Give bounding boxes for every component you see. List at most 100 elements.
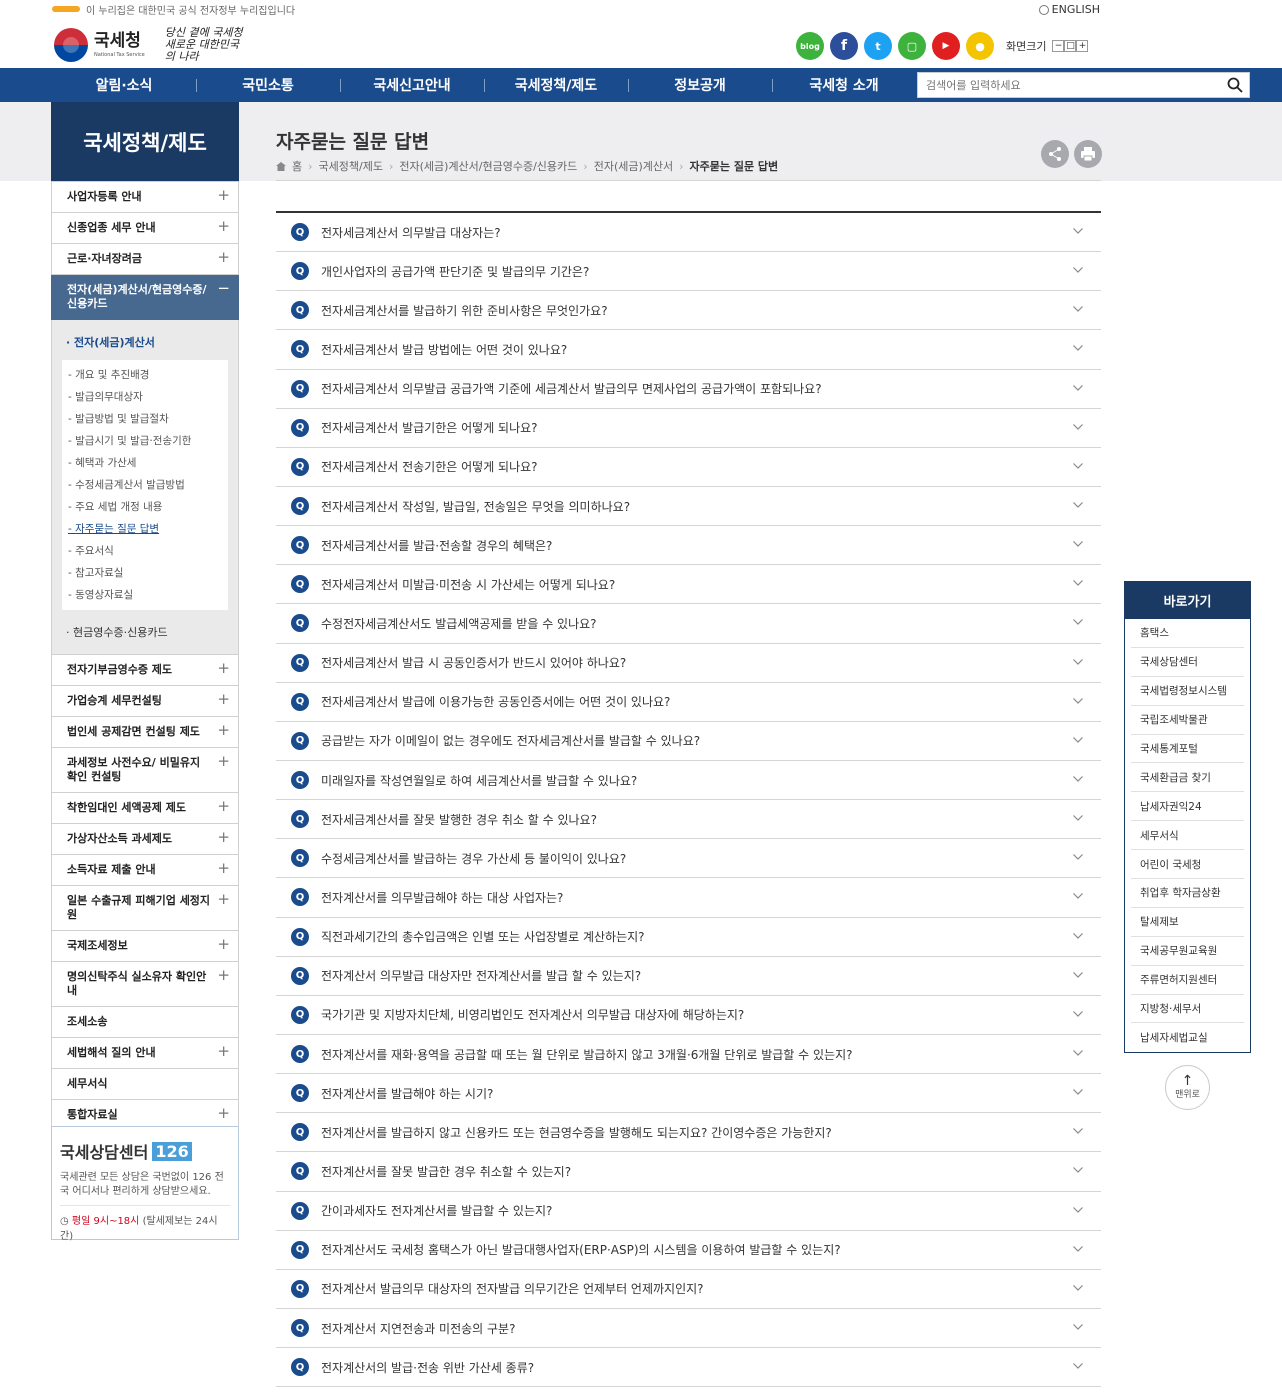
lnb-sub3-item[interactable]: 주요서식 — [68, 542, 224, 564]
faq-item[interactable]: Q 전자세금계산서 발급기한은 어떻게 되나요? — [276, 409, 1101, 448]
lnb-sub3-item[interactable]: 발급시기 및 발급·전송기한 — [68, 432, 224, 454]
faq-item[interactable]: Q 전자계산서를 발급해야 하는 시기? — [276, 1074, 1101, 1114]
breadcrumb-item[interactable]: 전자(세금)계산서/현금영수증/신용카드 — [399, 158, 577, 174]
faq-item[interactable]: Q 전자계산서를 발급하지 않고 신용카드 또는 현금영수증을 발행해도 되는지요… — [276, 1113, 1101, 1153]
faq-item[interactable]: Q 전자계산서도 국세청 홈택스가 아닌 발급대행사업자(ERP·ASP)의 시스… — [276, 1231, 1101, 1270]
quick-link-item[interactable]: 국세상담센터 — [1131, 648, 1244, 677]
lnb-item[interactable]: 법인세 공제감면 컨설팅 제도 — [51, 717, 239, 748]
gnb-item-policy[interactable]: 국세정책/제도 — [484, 68, 628, 102]
lnb-sub3-item[interactable]: 발급의무대상자 — [68, 388, 224, 410]
gnb-item-communication[interactable]: 국민소통 — [196, 68, 340, 102]
breadcrumb-item[interactable]: 전자(세금)계산서 — [594, 158, 673, 174]
quick-link-item[interactable]: 국세통계포털 — [1131, 735, 1244, 764]
quick-link-item[interactable]: 납세자세법교실 — [1131, 1023, 1244, 1052]
faq-item[interactable]: Q 전자세금계산서 발급 방법에는 어떤 것이 있나요? — [276, 330, 1101, 370]
faq-item[interactable]: Q 전자계산서 의무발급 대상자만 전자계산서를 발급 할 수 있는지? — [276, 957, 1101, 996]
lnb-sub3-item[interactable]: 개요 및 추진배경 — [68, 366, 224, 388]
quick-link-item[interactable]: 국세법령정보시스템 — [1131, 677, 1244, 706]
kakao-story-icon[interactable]: ● — [966, 32, 994, 60]
facebook-icon[interactable]: f — [830, 32, 858, 60]
faq-item[interactable]: Q 전자계산서를 의무발급해야 하는 대상 사업자는? — [276, 878, 1101, 918]
faq-item[interactable]: Q 전자계산서를 잘못 발급한 경우 취소할 수 있는지? — [276, 1152, 1101, 1192]
gnb-item-filing[interactable]: 국세신고안내 — [340, 68, 484, 102]
lnb-item[interactable]: 과세정보 사전수요/ 비밀유지 확인 컨설팅 — [51, 748, 239, 793]
faq-item[interactable]: Q 개인사업자의 공급가액 판단기준 및 발급의무 기간은? — [276, 252, 1101, 292]
faq-item[interactable]: Q 공급받는 자가 이메일이 없는 경우에도 전자세금계산서를 발급할 수 있나요… — [276, 722, 1101, 761]
scroll-top-button[interactable]: ↑ 맨위로 — [1165, 1065, 1210, 1110]
faq-item[interactable]: Q 전자세금계산서 의무발급 공급가액 기준에 세금계산서 발급의무 면제사업의 … — [276, 370, 1101, 409]
quick-link-item[interactable]: 취업후 학자금상환 — [1131, 879, 1244, 908]
lnb-item-open[interactable]: 전자(세금)계산서/현금영수증/신용카드 — [51, 275, 239, 320]
search-input[interactable] — [918, 73, 1208, 97]
faq-item[interactable]: Q 전자계산서의 발급·전송 위반 가산세 종류? — [276, 1348, 1101, 1388]
lnb-item[interactable]: 근로·자녀장려금 — [51, 244, 239, 275]
faq-item[interactable]: Q 전자세금계산서 의무발급 대상자는? — [276, 213, 1101, 253]
lnb-item[interactable]: 국제조세정보 — [51, 931, 239, 962]
faq-item[interactable]: Q 수정전자세금계산서도 발급세액공제를 받을 수 있나요? — [276, 604, 1101, 644]
quick-link-item[interactable]: 어린이 국세청 — [1131, 850, 1244, 880]
faq-item[interactable]: Q 전자세금계산서를 잘못 발행한 경우 취소 할 수 있나요? — [276, 800, 1101, 840]
lnb-item[interactable]: 세법해석 질의 안내 — [51, 1038, 239, 1069]
font-decrease-button[interactable]: − — [1052, 40, 1065, 52]
breadcrumb-item[interactable]: 국세정책/제도 — [319, 158, 383, 174]
gnb-item-about[interactable]: 국세청 소개 — [772, 68, 916, 102]
search-icon[interactable] — [1227, 77, 1243, 93]
lnb-sub3-item[interactable]: 혜택과 가산세 — [68, 454, 224, 476]
print-button[interactable] — [1074, 140, 1102, 168]
quick-link-item[interactable]: 국세공무원교육원 — [1131, 937, 1244, 966]
quick-link-item[interactable]: 납세자권익24 — [1131, 792, 1244, 822]
blog-icon[interactable]: blog — [796, 32, 824, 60]
breadcrumb-home[interactable]: 홈 — [292, 158, 302, 174]
lnb-sub-item-active[interactable]: 전자(세금)계산서 — [62, 328, 228, 356]
lnb-sub3-item[interactable]: 동영상자료실 — [68, 586, 224, 608]
counsel-center-banner[interactable]: 국세상담센터 126 국세관련 모든 상담은 국번없이 126 전국 어디서나 … — [51, 1126, 239, 1242]
gnb-item-news[interactable]: 알림·소식 — [52, 68, 196, 102]
faq-item[interactable]: Q 전자세금계산서 발급에 이용가능한 공동인증서에는 어떤 것이 있나요? — [276, 683, 1101, 722]
quick-link-item[interactable]: 세무서식 — [1131, 821, 1244, 851]
faq-item[interactable]: Q 전자세금계산서를 발급하기 위한 준비사항은 무엇인가요? — [276, 291, 1101, 331]
gnb-item-disclosure[interactable]: 정보공개 — [628, 68, 772, 102]
quick-link-item[interactable]: 국세환급금 찾기 — [1131, 763, 1244, 793]
twitter-icon[interactable]: t — [864, 32, 892, 60]
faq-item[interactable]: Q 전자계산서 발급의무 대상자의 전자발급 의무기간은 언제부터 언제까지인지? — [276, 1270, 1101, 1309]
faq-item[interactable]: Q 수정세금계산서를 발급하는 경우 가산세 등 불이익이 있나요? — [276, 839, 1101, 879]
youtube-icon[interactable]: ▶ — [932, 32, 960, 60]
faq-item[interactable]: Q 전자계산서 지연전송과 미전송의 구분? — [276, 1309, 1101, 1349]
lnb-item[interactable]: 사업자등록 안내 — [51, 181, 239, 213]
faq-item[interactable]: Q 직전과세기간의 총수입금액은 인별 또는 사업장별로 계산하는지? — [276, 918, 1101, 957]
lnb-item[interactable]: 세무서식 — [51, 1069, 239, 1100]
lnb-item[interactable]: 일본 수출규제 피해기업 세정지원 — [51, 886, 239, 931]
lnb-item[interactable]: 신종업종 세무 안내 — [51, 213, 239, 244]
lnb-item[interactable]: 소득자료 제출 안내 — [51, 855, 239, 886]
lnb-item[interactable]: 착한임대인 세액공제 제도 — [51, 793, 239, 824]
talk-icon[interactable]: ▢ — [898, 32, 926, 60]
faq-item[interactable]: Q 미래일자를 작성연월일로 하여 세금계산서를 발급할 수 있나요? — [276, 761, 1101, 801]
lnb-sub3-item[interactable]: 발급방법 및 발급절차 — [68, 410, 224, 432]
quick-link-item[interactable]: 홈택스 — [1131, 619, 1244, 648]
quick-link-item[interactable]: 국립조세박물관 — [1131, 706, 1244, 735]
lnb-sub3-item[interactable]: 수정세금계산서 발급방법 — [68, 476, 224, 498]
faq-item[interactable]: Q 전자세금계산서 발급 시 공동인증서가 반드시 있어야 하나요? — [276, 644, 1101, 683]
faq-item[interactable]: Q 전자세금계산서를 발급·전송할 경우의 혜택은? — [276, 526, 1101, 566]
lnb-sub-item[interactable]: 현금영수증·신용카드 — [62, 618, 228, 646]
font-reset-button[interactable]: □ — [1064, 40, 1077, 52]
english-link[interactable]: ENGLISH — [1038, 3, 1100, 16]
lnb-sub3-item-active[interactable]: 자주묻는 질문 답변 — [68, 520, 224, 542]
faq-item[interactable]: Q 전자세금계산서 전송기한은 어떻게 되나요? — [276, 448, 1101, 487]
lnb-item[interactable]: 가상자산소득 과세제도 — [51, 824, 239, 855]
quick-link-item[interactable]: 탈세제보 — [1131, 908, 1244, 937]
lnb-item[interactable]: 조세소송 — [51, 1007, 239, 1038]
lnb-sub3-item[interactable]: 참고자료실 — [68, 564, 224, 586]
quick-link-item[interactable]: 지방청·세무서 — [1131, 995, 1244, 1024]
font-increase-button[interactable]: + — [1076, 40, 1089, 52]
site-logo[interactable]: 국세청 National Tax Service 당신 곁에 국세청 새로운 대… — [54, 26, 245, 63]
faq-item[interactable]: Q 전자세금계산서 작성일, 발급일, 전송일은 무엇을 의미하나요? — [276, 487, 1101, 527]
faq-item[interactable]: Q 국가기관 및 지방자치단체, 비영리법인도 전자계산서 의무발급 대상자에 해… — [276, 996, 1101, 1035]
lnb-item[interactable]: 명의신탁주식 실소유자 확인안내 — [51, 962, 239, 1007]
lnb-item[interactable]: 전자기부금영수증 제도 — [51, 654, 239, 686]
faq-item[interactable]: Q 간이과세자도 전자계산서를 발급할 수 있는지? — [276, 1192, 1101, 1231]
lnb-item[interactable]: 가업승계 세무컨설팅 — [51, 686, 239, 717]
quick-link-item[interactable]: 주류면허지원센터 — [1131, 966, 1244, 995]
faq-item[interactable]: Q 전자계산서를 재화·용역을 공급할 때 또는 월 단위로 발급하지 않고 3개… — [276, 1035, 1101, 1075]
share-button[interactable] — [1041, 140, 1069, 168]
